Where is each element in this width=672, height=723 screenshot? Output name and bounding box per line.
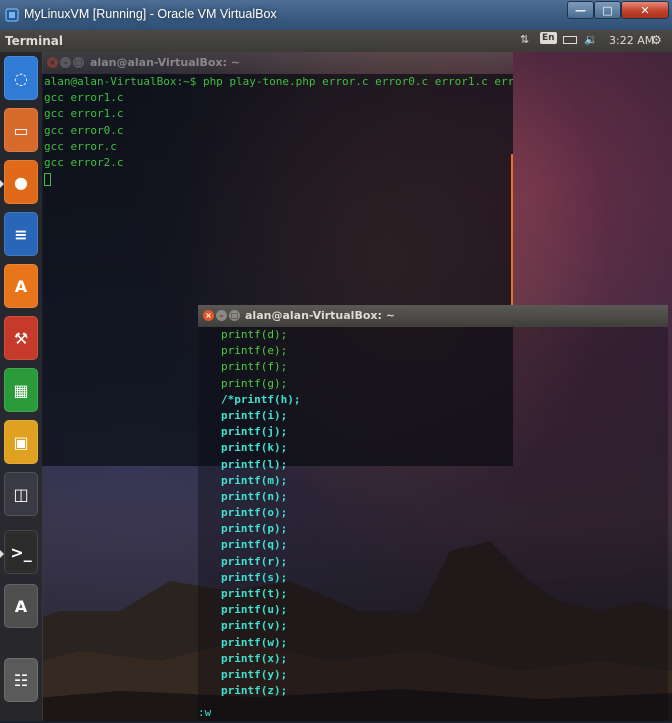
terminal-title: alan@alan-VirtualBox: ~ (90, 56, 240, 69)
code-line: printf(d); (221, 328, 288, 341)
system-settings-icon-glyph: ⚒ (13, 328, 29, 348)
code-line: printf(r); (221, 554, 288, 568)
trash-icon[interactable]: ☷ (4, 658, 38, 702)
workspace-switcher-icon-glyph: ◫ (13, 484, 29, 504)
maximize-icon[interactable]: □ (73, 57, 84, 68)
code-line: /*printf(h); (221, 392, 301, 406)
code-line: printf(s); (221, 570, 288, 584)
close-button[interactable]: ✕ (621, 1, 669, 19)
files-icon-glyph: ▭ (13, 120, 29, 140)
close-icon[interactable]: × (203, 310, 214, 321)
minimize-icon[interactable]: – (60, 57, 71, 68)
terminal-icon[interactable]: >_ (4, 530, 38, 574)
software-updater-icon-glyph: A (14, 596, 28, 616)
keyboard-language-indicator[interactable]: En (540, 32, 557, 44)
impress-icon[interactable]: ▣ (4, 420, 38, 464)
terminal-cursor (44, 172, 51, 186)
code-line: printf(i); (221, 408, 288, 422)
output-line: gcc error2.c (44, 155, 124, 169)
calc-icon[interactable]: ▦ (4, 368, 38, 412)
software-center-icon-glyph: A (14, 276, 28, 296)
terminal-icon-glyph: >_ (10, 542, 32, 562)
code-line: printf(w); (221, 635, 288, 649)
output-line: gcc error1.c (44, 107, 124, 121)
code-line: printf(q); (221, 538, 288, 552)
output-line: gcc error0.c (44, 123, 124, 137)
ubuntu-dash-icon-glyph: ◌ (14, 68, 28, 88)
workspace-switcher-icon[interactable]: ◫ (4, 472, 38, 516)
code-line: printf(t); (221, 587, 288, 600)
battery-icon[interactable] (563, 36, 577, 44)
unity-launcher: ◌ ▭ ● ≡ A ⚒ ▦ ▣ ◫ >_ A ☷ (0, 52, 43, 721)
maximize-icon[interactable]: □ (229, 310, 240, 321)
code-line: printf(z); (221, 684, 288, 698)
files-icon[interactable]: ▭ (4, 108, 38, 152)
ubuntu-top-panel: Terminal ⇅ En 🔉 3:22 AM ⚙ (0, 30, 672, 52)
code-line: printf(l); (221, 457, 288, 471)
system-settings-icon[interactable]: ⚒ (4, 316, 38, 360)
shell-command-line: alan@alan-VirtualBox:~$ php play-tone.ph… (44, 75, 513, 88)
output-line: gcc error1.c (44, 91, 124, 105)
code-line: printf(j); (221, 425, 288, 439)
maximize-button[interactable]: □ (594, 1, 621, 19)
vim-command-line: :w (198, 705, 212, 719)
firefox-icon[interactable]: ● (4, 160, 38, 204)
code-line: printf(k); (221, 441, 288, 455)
terminal-editor-buffer[interactable]: printf(d); printf(e); printf(f); printf(g);… (198, 327, 668, 721)
window-title: MyLinuxVM [Running] - Oracle VM VirtualB… (24, 7, 277, 21)
trash-icon-glyph: ☷ (13, 670, 29, 690)
code-line: printf(f); (221, 360, 288, 374)
code-line: printf(o); (221, 506, 288, 520)
code-line: printf(m); (221, 473, 288, 487)
virtualbox-app-icon (5, 8, 19, 22)
minimize-button[interactable]: — (567, 1, 594, 19)
code-line: printf(n); (221, 489, 288, 503)
code-line: printf(p); (221, 522, 288, 536)
impress-icon-glyph: ▣ (13, 432, 29, 452)
code-line: printf(e); (221, 344, 288, 358)
minimize-icon[interactable]: – (216, 310, 227, 321)
writer-icon-glyph: ≡ (14, 224, 28, 244)
output-line: gcc error.c (44, 139, 117, 153)
firefox-running-indicator (0, 180, 4, 188)
ubuntu-dash-icon[interactable]: ◌ (4, 56, 38, 100)
terminal-titlebar[interactable]: × – □ alan@alan-VirtualBox: ~ (198, 305, 668, 327)
software-updater-icon[interactable]: A (4, 584, 38, 628)
code-line: printf(g); (221, 376, 288, 390)
writer-icon[interactable]: ≡ (4, 212, 38, 256)
software-center-icon[interactable]: A (4, 264, 38, 308)
terminal-window-front[interactable]: × – □ alan@alan-VirtualBox: ~ printf(d);… (198, 305, 668, 721)
volume-icon[interactable]: 🔉 (584, 33, 598, 46)
network-icon[interactable]: ⇅ (520, 33, 529, 46)
virtualbox-window-titlebar[interactable]: MyLinuxVM [Running] - Oracle VM VirtualB… (0, 0, 672, 31)
settings-gear-icon[interactable]: ⚙ (651, 33, 662, 47)
firefox-icon-glyph: ● (14, 172, 28, 192)
terminal-titlebar[interactable]: × – □ alan@alan-VirtualBox: ~ (42, 52, 513, 74)
scroll-indicator[interactable] (511, 154, 513, 324)
code-line: printf(v); (221, 619, 288, 633)
clock[interactable]: 3:22 AM (609, 34, 654, 47)
close-icon[interactable]: × (47, 57, 58, 68)
terminal-title: alan@alan-VirtualBox: ~ (245, 309, 395, 322)
terminal-running-indicator (0, 550, 4, 558)
calc-icon-glyph: ▦ (13, 380, 29, 400)
code-line: printf(y); (221, 667, 288, 681)
code-line: printf(x); (221, 651, 288, 665)
panel-app-name[interactable]: Terminal (5, 34, 63, 48)
code-line: printf(u); (221, 603, 288, 617)
